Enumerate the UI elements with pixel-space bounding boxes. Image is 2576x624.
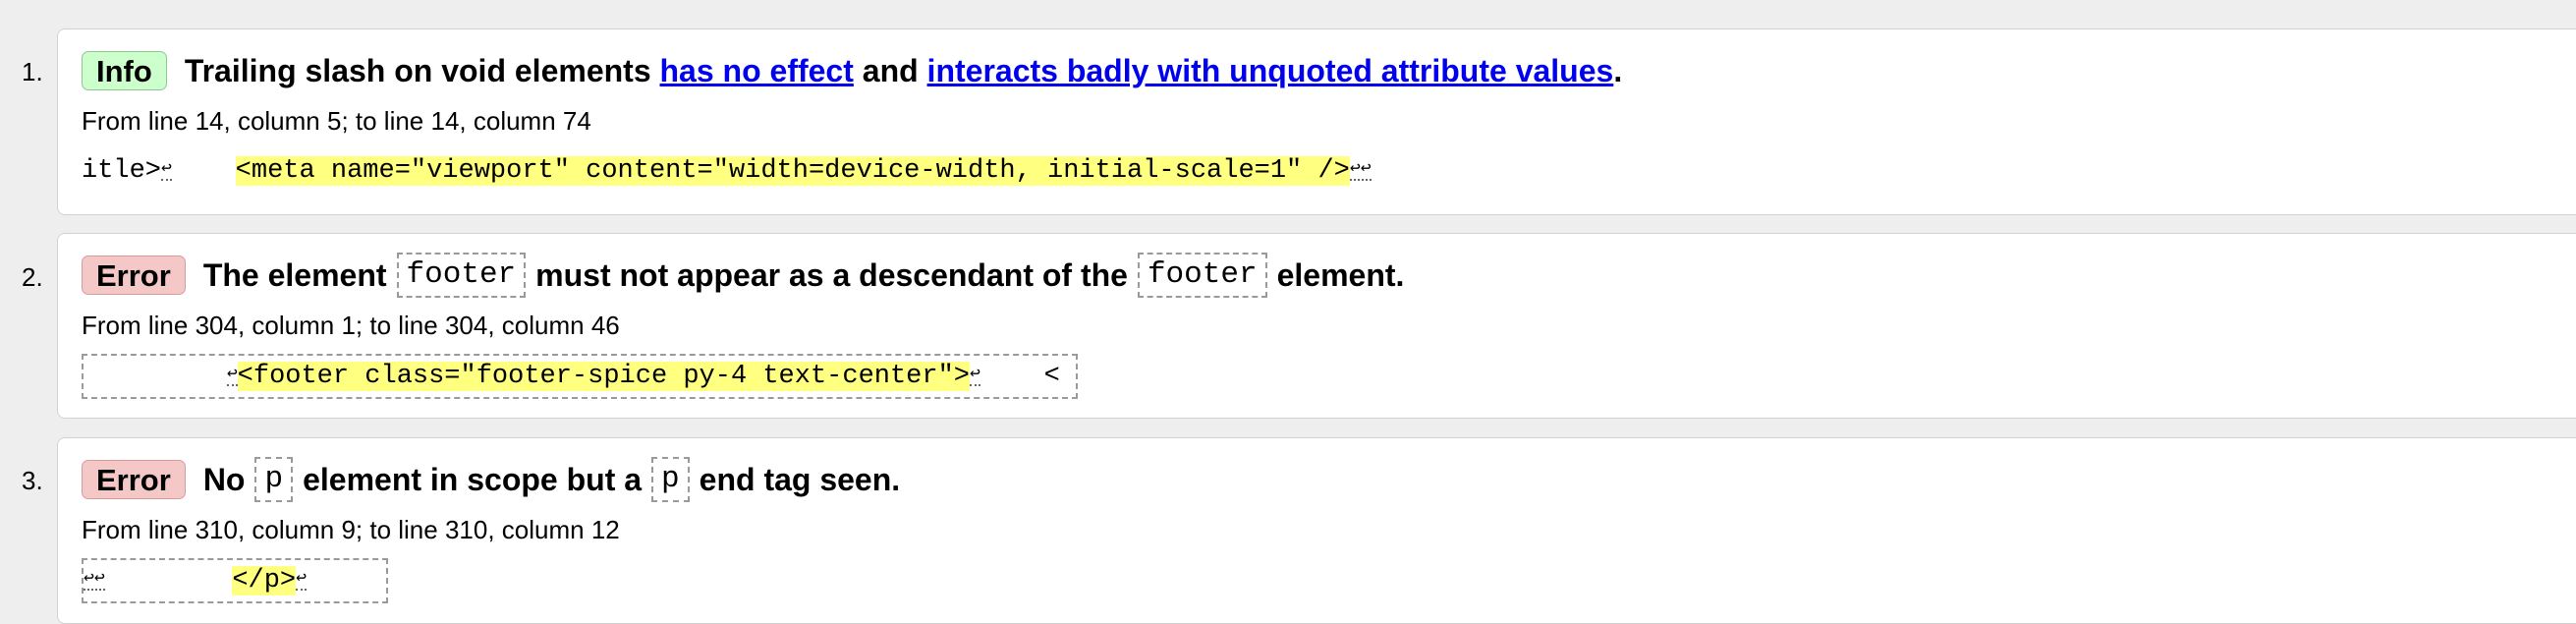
message-text: .	[1613, 52, 1623, 88]
source-extract: itle>↩ <meta name="viewport" content="wi…	[82, 149, 1372, 193]
extract-text	[84, 362, 227, 391]
source-location: From line 304, column 1; to line 304, co…	[82, 311, 620, 340]
message-info: Info Trailing slash on void elements has…	[57, 28, 2576, 215]
has-no-effect-link[interactable]: has no effect	[660, 53, 854, 89]
message-headline: Error The element footer must not appear…	[82, 252, 1404, 299]
message-number: 1.	[22, 57, 43, 86]
newline-marker-icon: ↩↩	[1349, 158, 1372, 181]
message-text: element.	[1276, 256, 1405, 293]
message-error: Error No p element in scope but a p end …	[57, 437, 2576, 624]
newline-marker-icon: ↩	[226, 364, 238, 386]
extract-text	[307, 566, 370, 596]
extract-highlight: </p>	[232, 566, 297, 596]
unquoted-attribute-values-link[interactable]: interacts badly with unquoted attribute …	[927, 53, 1614, 89]
message-error: Error The element footer must not appear…	[57, 233, 2576, 419]
message-headline: Error No p element in scope but a p end …	[82, 456, 900, 503]
source-extract: ↩↩ </p>↩	[82, 558, 388, 603]
newline-marker-icon: ↩↩	[84, 568, 105, 591]
extract-text: itle>	[82, 156, 162, 186]
message-text: Trailing slash on void elements	[184, 52, 651, 88]
newline-marker-icon: ↩	[970, 364, 980, 386]
element-code: footer	[396, 253, 527, 298]
extract-text	[105, 566, 233, 596]
extract-highlight: <footer class="footer-spice py-4 text-ce…	[237, 362, 970, 391]
element-code: p	[254, 457, 294, 502]
error-badge: Error	[82, 255, 186, 295]
error-badge: Error	[82, 460, 186, 499]
extract-highlight: <meta name="viewport" content="width=dev…	[235, 156, 1350, 186]
newline-marker-icon: ↩	[296, 568, 307, 591]
source-location: From line 14, column 5; to line 14, colu…	[82, 106, 591, 136]
source-location: From line 310, column 9; to line 310, co…	[82, 515, 620, 544]
message-headline: Info Trailing slash on void elements has…	[82, 47, 1622, 94]
element-code: p	[651, 457, 690, 502]
extract-text	[172, 156, 236, 186]
message-text: The element	[202, 256, 387, 293]
message-number: 3.	[22, 466, 43, 495]
message-text: and	[862, 52, 919, 88]
message-text: element in scope but a	[303, 461, 643, 497]
message-text: must not appear as a descendant of the	[535, 256, 1128, 293]
extract-text: <	[980, 362, 1060, 391]
message-text: end tag seen.	[699, 461, 901, 497]
message-text: No	[202, 461, 246, 497]
newline-marker-icon: ↩	[161, 158, 172, 181]
info-badge: Info	[82, 51, 167, 90]
message-number: 2.	[22, 262, 43, 292]
element-code: footer	[1137, 253, 1267, 298]
source-extract: ↩<footer class="footer-spice py-4 text-c…	[82, 354, 1079, 399]
